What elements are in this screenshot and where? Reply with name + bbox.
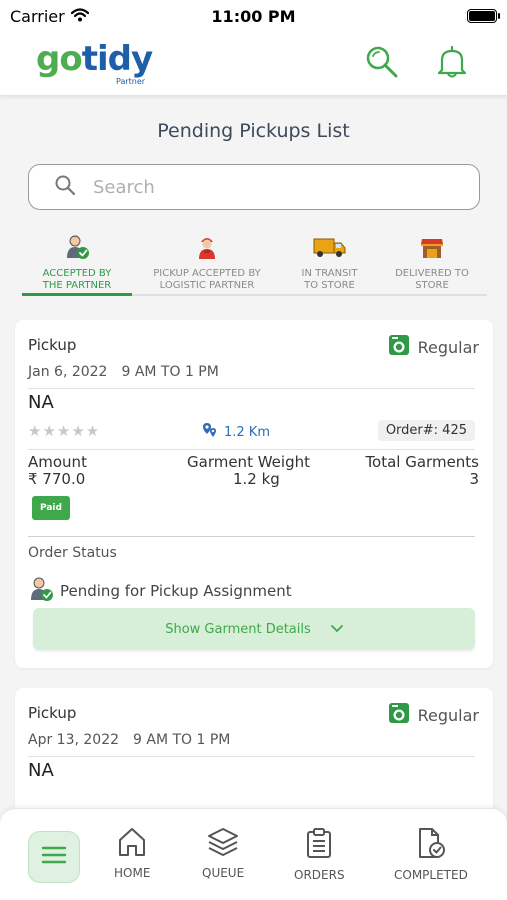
order-type: Pickup	[28, 704, 77, 722]
pickup-date-row: Jan 6, 2022 9 AM TO 1 PM	[28, 364, 219, 380]
truck-icon	[313, 234, 347, 264]
order-card[interactable]: Pickup Regular Jan 6, 2022 9 AM TO 1 PM N…	[15, 320, 493, 668]
bell-icon[interactable]	[437, 45, 467, 82]
weight-label: Garment Weight	[187, 453, 310, 471]
status-tabs: ACCEPTED BY THE PARTNER PICKUP ACCEPTED …	[22, 232, 487, 296]
logo-text-green: go	[36, 38, 83, 79]
tab-pickup-accepted-by-logistic[interactable]: PICKUP ACCEPTED BY LOGISTIC PARTNER	[132, 232, 282, 294]
tab-label-line1: IN TRANSIT	[301, 268, 358, 279]
service-type: Regular	[388, 334, 479, 360]
logo-subtitle: Partner	[116, 76, 146, 86]
tab-label: IN TRANSIT TO STORE	[302, 268, 358, 292]
page-title: Pending Pickups List	[157, 120, 350, 142]
pickup-date: Jan 6, 2022	[28, 364, 108, 380]
clipboard-icon	[305, 827, 333, 862]
logo-wordmark: gotidy	[36, 39, 156, 79]
payment-status-badge: Paid	[32, 496, 70, 520]
document-check-icon	[416, 827, 446, 862]
tab-delivered-to-store[interactable]: DELIVERED TO STORE	[377, 232, 487, 294]
search-box[interactable]	[28, 164, 480, 210]
button-label: Show Garment Details	[165, 621, 311, 637]
pickup-date-row: Apr 13, 2022 9 AM TO 1 PM	[28, 732, 230, 748]
bottom-navigation: HOME QUEUE ORDERS COMPLETED	[0, 808, 507, 900]
customer-name: NA	[28, 392, 54, 413]
battery-icon	[467, 9, 500, 23]
delivery-person-icon	[194, 234, 220, 264]
order-status-text: Pending for Pickup Assignment	[60, 582, 292, 600]
washing-machine-icon	[388, 334, 410, 360]
service-label: Regular	[417, 705, 479, 725]
weight-value: 1.2 kg	[233, 470, 280, 488]
location-route-icon	[202, 422, 218, 442]
tab-in-transit[interactable]: IN TRANSIT TO STORE	[282, 232, 377, 294]
nav-label: HOME	[114, 866, 151, 880]
garments-label: Total Garments	[365, 453, 479, 471]
nav-item-completed[interactable]: COMPLETED	[394, 827, 468, 882]
tab-label: PICKUP ACCEPTED BY LOGISTIC PARTNER	[153, 268, 261, 292]
partner-check-icon	[64, 234, 90, 264]
divider	[28, 756, 475, 757]
hamburger-menu-icon	[41, 846, 67, 868]
distance-value: 1.2 Km	[224, 424, 270, 440]
search-input[interactable]	[93, 176, 433, 198]
tab-label-line2: STORE	[415, 280, 449, 291]
order-card[interactable]: Pickup Regular Apr 13, 2022 9 AM TO 1 PM …	[15, 688, 493, 818]
tab-label-line2: THE PARTNER	[42, 280, 112, 291]
pickup-date: Apr 13, 2022	[28, 732, 120, 748]
wifi-icon	[70, 7, 89, 26]
pickup-slot: 9 AM TO 1 PM	[133, 732, 231, 748]
menu-button[interactable]	[28, 831, 80, 883]
search-icon[interactable]	[365, 45, 399, 83]
header-actions	[365, 45, 467, 83]
tab-label-line2: LOGISTIC PARTNER	[159, 280, 255, 291]
service-type: Regular	[388, 702, 479, 728]
nav-label: QUEUE	[202, 866, 245, 880]
store-icon	[419, 234, 445, 264]
customer-name: NA	[28, 760, 54, 781]
garments-value: 3	[469, 470, 479, 488]
nav-item-home[interactable]: HOME	[114, 827, 150, 880]
tab-label-line1: DELIVERED TO	[395, 268, 469, 279]
layers-icon	[207, 827, 239, 860]
show-garment-details-button[interactable]: Show Garment Details	[33, 608, 475, 650]
partner-check-icon	[28, 576, 54, 606]
pickup-slot: 9 AM TO 1 PM	[121, 364, 219, 380]
order-status: Pending for Pickup Assignment	[28, 576, 292, 606]
nav-item-queue[interactable]: QUEUE	[202, 827, 244, 880]
order-status-label: Order Status	[28, 545, 117, 561]
divider	[28, 388, 475, 389]
service-label: Regular	[417, 337, 479, 357]
carrier-label: Carrier	[10, 6, 65, 26]
nav-item-orders[interactable]: ORDERS	[294, 827, 345, 882]
order-type: Pickup	[28, 336, 77, 354]
tab-label-line2: TO STORE	[304, 280, 355, 291]
chevron-down-icon	[330, 622, 343, 637]
amount-value: ₹ 770.0	[28, 470, 86, 488]
gotidy-logo: gotidy Partner	[36, 39, 156, 89]
tab-accepted-by-partner[interactable]: ACCEPTED BY THE PARTNER	[22, 232, 132, 296]
order-number-badge: Order#: 425	[377, 420, 475, 441]
divider	[28, 536, 475, 537]
status-left: Carrier	[10, 7, 89, 26]
washing-machine-icon	[388, 702, 410, 728]
nav-label: COMPLETED	[394, 868, 468, 882]
app-header: gotidy Partner	[0, 32, 507, 96]
rating-stars: ★★★★★	[28, 422, 101, 440]
logo-text-blue: tidy	[81, 38, 153, 79]
tab-label-line1: PICKUP ACCEPTED BY	[153, 268, 261, 279]
tab-label: DELIVERED TO STORE	[395, 268, 469, 292]
home-icon	[117, 827, 147, 860]
search-field-icon	[55, 175, 76, 199]
nav-label: ORDERS	[294, 868, 345, 882]
divider	[28, 449, 475, 450]
status-bar: Carrier 11:00 PM	[0, 0, 507, 32]
amount-label: Amount	[28, 453, 87, 471]
tab-label-line1: ACCEPTED BY	[42, 268, 112, 279]
tab-label: ACCEPTED BY THE PARTNER	[43, 268, 112, 292]
distance[interactable]: 1.2 Km	[202, 422, 270, 442]
